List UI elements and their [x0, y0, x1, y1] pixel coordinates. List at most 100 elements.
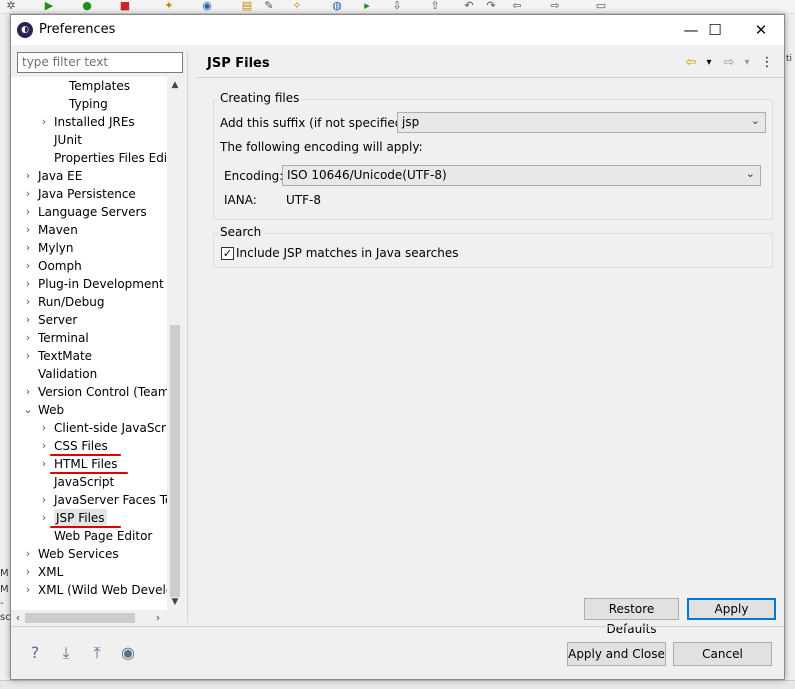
tree-item[interactable]: › HTML Files — [11, 455, 167, 473]
up-nav-icon[interactable]: ⇧ — [428, 0, 442, 12]
new-icon[interactable]: ✦ — [162, 0, 176, 12]
chevron-right-icon[interactable]: › — [38, 455, 50, 473]
include-jsp-checkbox[interactable]: ✓ — [221, 247, 234, 260]
forward-dropdown-icon[interactable]: ▾ — [739, 55, 755, 71]
chevron-right-icon[interactable]: › — [38, 509, 50, 527]
tree-item-label: Web Services — [38, 547, 119, 561]
run-config-icon[interactable]: ● — [80, 0, 94, 12]
tree-item[interactable]: Templates — [11, 77, 167, 95]
background-edge-text: M — [0, 568, 9, 579]
tree-item[interactable]: › Maven — [11, 221, 167, 239]
suffix-combo[interactable]: jsp ⌄ — [397, 112, 766, 133]
chevron-right-icon[interactable]: › — [22, 167, 34, 185]
tree-item[interactable]: Validation — [11, 365, 167, 383]
tree-item[interactable]: › Plug-in Development — [11, 275, 167, 293]
tree-item[interactable]: Properties Files Edito — [11, 149, 179, 167]
chevron-right-icon[interactable]: › — [22, 545, 34, 563]
build-icon[interactable]: ▸ — [360, 0, 374, 12]
tree-item[interactable]: ⌄ Web — [11, 401, 167, 419]
chevron-right-icon[interactable]: › — [38, 437, 50, 455]
import-icon[interactable]: ⤓ — [55, 642, 77, 664]
tree-item[interactable]: › Server — [11, 311, 167, 329]
tree-item[interactable]: › Run/Debug — [11, 293, 167, 311]
chevron-right-icon[interactable]: › — [22, 329, 34, 347]
globe-icon[interactable]: ◉ — [200, 0, 214, 12]
pane-divider[interactable] — [187, 51, 188, 623]
help-icon[interactable]: ? — [24, 642, 46, 664]
chevron-right-icon[interactable]: › — [22, 563, 34, 581]
chevron-right-icon[interactable]: › — [22, 185, 34, 203]
tree-vertical-scrollbar[interactable]: ▲ ▼ — [167, 77, 183, 610]
world-icon[interactable]: ◍ — [330, 0, 344, 12]
close-button[interactable]: ✕ — [738, 15, 784, 45]
chevron-right-icon[interactable]: › — [22, 383, 34, 401]
back-arrow-icon[interactable]: ⇦ — [683, 55, 699, 71]
tree-item[interactable]: › Web Services — [11, 545, 167, 563]
debug-icon[interactable]: ✲ — [4, 0, 18, 12]
tree-item[interactable]: Typing — [11, 95, 167, 113]
chevron-right-icon[interactable]: › — [38, 419, 50, 437]
tree-item[interactable]: › Java EE — [11, 167, 167, 185]
filter-input[interactable]: type filter text — [17, 52, 183, 73]
chevron-right-icon[interactable]: › — [22, 347, 34, 365]
run-icon[interactable]: ▶ — [42, 0, 56, 12]
tree-item[interactable]: › XML — [11, 563, 167, 581]
tree-item[interactable]: › Language Servers — [11, 203, 167, 221]
tree-item[interactable]: JavaScript — [11, 473, 167, 491]
scrollbar-thumb[interactable] — [25, 613, 135, 623]
wand-icon[interactable]: ✧ — [290, 0, 304, 12]
tree-item[interactable]: › Oomph — [11, 257, 167, 275]
back-history-icon[interactable]: ⇦ — [510, 0, 524, 12]
open-folder-icon[interactable]: ▤ — [240, 0, 254, 12]
tree-item[interactable]: › XML (Wild Web Develop — [11, 581, 181, 599]
forward-arrow-icon[interactable]: ⇨ — [721, 55, 737, 71]
view-menu-icon[interactable]: ⋮ — [759, 55, 775, 71]
tree-item[interactable]: › JavaServer Faces Too — [11, 491, 180, 509]
down-nav-icon[interactable]: ⇩ — [390, 0, 404, 12]
chevron-right-icon[interactable]: › — [22, 293, 34, 311]
tree-item[interactable]: › JSP Files — [11, 509, 167, 527]
next-edit-icon[interactable]: ↷ — [484, 0, 498, 12]
chevron-right-icon[interactable]: › — [22, 239, 34, 257]
record-icon[interactable]: ◉ — [117, 642, 139, 664]
stop-icon[interactable]: ■ — [118, 0, 132, 12]
chevron-right-icon[interactable]: › — [22, 221, 34, 239]
chevron-down-icon[interactable]: ⌄ — [22, 401, 34, 419]
apply-and-close-button[interactable]: Apply and Close — [567, 642, 666, 666]
tree-item[interactable]: › Terminal — [11, 329, 167, 347]
chevron-right-icon[interactable]: › — [38, 113, 50, 131]
scroll-right-icon[interactable]: › — [151, 610, 165, 626]
export-icon[interactable]: ⤒ — [86, 642, 108, 664]
tree-item[interactable]: › Installed JREs — [11, 113, 167, 131]
tree-item-label: CSS Files — [54, 439, 108, 453]
maximize-view-icon[interactable]: ▭ — [594, 0, 608, 12]
tree-item[interactable]: JUnit — [11, 131, 167, 149]
cancel-button[interactable]: Cancel — [673, 642, 772, 666]
chevron-right-icon[interactable]: › — [22, 311, 34, 329]
scroll-up-icon[interactable]: ▲ — [167, 77, 183, 93]
scrollbar-thumb[interactable] — [170, 325, 180, 597]
apply-button[interactable]: Apply — [687, 598, 776, 620]
tree-item[interactable]: › Client-side JavaScript — [11, 419, 182, 437]
tree-horizontal-scrollbar[interactable]: ‹ › — [11, 610, 183, 626]
tree-item[interactable]: › Version Control (Team) — [11, 383, 174, 401]
maximize-button[interactable]: ☐ — [692, 15, 738, 45]
scroll-down-icon[interactable]: ▼ — [167, 594, 183, 610]
forward-history-icon[interactable]: ⇨ — [548, 0, 562, 12]
edit-icon[interactable]: ✎ — [262, 0, 276, 12]
tree-item[interactable]: › Mylyn — [11, 239, 167, 257]
chevron-right-icon[interactable]: › — [22, 203, 34, 221]
tree-item[interactable]: Web Page Editor — [11, 527, 167, 545]
restore-defaults-button[interactable]: Restore Defaults — [584, 598, 679, 636]
tree-item[interactable]: › Java Persistence — [11, 185, 167, 203]
back-dropdown-icon[interactable]: ▾ — [701, 55, 717, 71]
prev-edit-icon[interactable]: ↶ — [462, 0, 476, 12]
tree-item[interactable]: › TextMate — [11, 347, 167, 365]
chevron-right-icon[interactable]: › — [22, 257, 34, 275]
encoding-combo[interactable]: ISO 10646/Unicode(UTF-8) ⌄ — [282, 165, 761, 186]
tree-item[interactable]: › CSS Files — [11, 437, 167, 455]
scroll-left-icon[interactable]: ‹ — [11, 610, 25, 626]
chevron-right-icon[interactable]: › — [38, 491, 50, 509]
chevron-right-icon[interactable]: › — [22, 275, 34, 293]
chevron-right-icon[interactable]: › — [22, 581, 34, 599]
